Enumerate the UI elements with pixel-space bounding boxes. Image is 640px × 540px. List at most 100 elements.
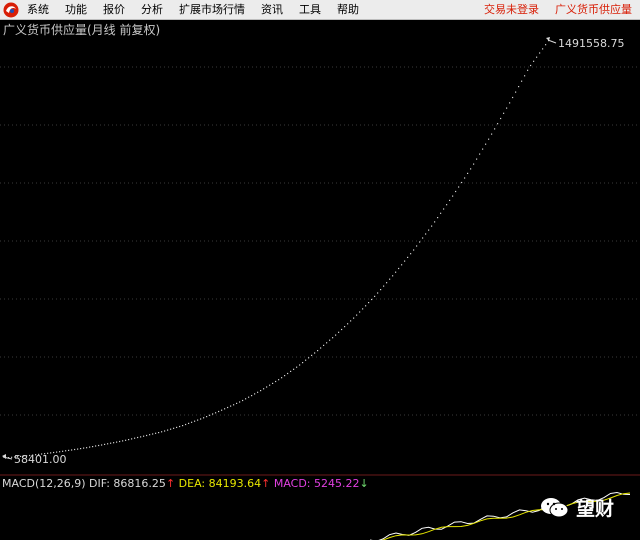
macd-down-arrow-icon: ↓ (359, 477, 369, 490)
dif-value: DIF: 86816.25 (89, 477, 166, 490)
price-point (158, 432, 160, 434)
price-point (326, 342, 328, 344)
price-point (389, 278, 391, 280)
price-point (197, 419, 199, 421)
price-point (134, 437, 136, 439)
price-point (380, 289, 382, 291)
price-point (224, 408, 226, 410)
price-point (179, 425, 181, 428)
menu-quote[interactable]: 报价 (95, 0, 133, 20)
price-point (164, 430, 166, 432)
price-point (368, 302, 370, 304)
price-point (455, 190, 457, 193)
price-point (296, 366, 298, 368)
price-point (443, 208, 445, 210)
menubar-right-links: 交易未登录 广义货币供应量 (476, 0, 640, 20)
price-point (77, 448, 79, 450)
price-point (260, 390, 262, 392)
price-point (317, 350, 319, 352)
price-point (491, 133, 493, 135)
price-point (467, 172, 469, 174)
price-point (401, 264, 403, 266)
price-point (422, 237, 424, 239)
menu-help[interactable]: 帮助 (329, 0, 367, 20)
price-point (263, 388, 265, 390)
price-point (89, 446, 91, 448)
price-point (254, 393, 256, 395)
price-point (218, 410, 220, 413)
price-point (122, 440, 124, 442)
price-point (143, 435, 145, 437)
price-point (506, 107, 508, 109)
price-point (188, 422, 190, 424)
price-point (458, 186, 460, 188)
wechat-icon (541, 497, 569, 517)
price-point (101, 444, 103, 446)
price-point (242, 399, 244, 402)
login-status-link[interactable]: 交易未登录 (476, 0, 547, 20)
price-point (440, 212, 442, 214)
price-point (425, 233, 427, 235)
price-point (407, 256, 409, 258)
price-point (11, 456, 13, 458)
price-point (251, 395, 253, 397)
price-point (452, 195, 454, 197)
price-point (521, 80, 523, 82)
price-point (83, 447, 85, 449)
price-point (272, 382, 274, 384)
app-logo-icon[interactable] (3, 2, 19, 18)
price-point (431, 225, 433, 227)
price-point (212, 413, 214, 415)
price-point (383, 285, 385, 287)
price-point (293, 368, 295, 370)
price-point (308, 357, 310, 359)
min-value-label: 58401.00 (14, 453, 67, 466)
price-point (236, 402, 238, 404)
menu-news[interactable]: 资讯 (253, 0, 291, 20)
price-point (284, 375, 286, 377)
price-chart[interactable] (0, 20, 640, 540)
price-point (71, 449, 73, 451)
price-point (62, 450, 64, 452)
price-point (302, 362, 304, 364)
price-point (107, 443, 109, 445)
menu-function[interactable]: 功能 (57, 0, 95, 20)
menu-bar: 系统 功能 报价 分析 扩展市场行情 资讯 工具 帮助 交易未登录 广义货币供应… (0, 0, 640, 20)
price-point (419, 241, 421, 243)
price-point (446, 204, 448, 206)
price-point (311, 354, 313, 356)
price-point (230, 405, 232, 407)
menu-system[interactable]: 系统 (23, 0, 57, 20)
price-point (377, 292, 379, 294)
price-point (245, 398, 247, 400)
price-point (182, 425, 184, 427)
macd-name: MACD(12,26,9) (2, 477, 86, 490)
price-point (512, 96, 514, 99)
price-point (155, 432, 157, 434)
menu-analysis[interactable]: 分析 (133, 0, 171, 20)
price-point (479, 153, 481, 155)
price-point (140, 436, 142, 438)
price-point (545, 44, 547, 46)
price-point (374, 295, 376, 297)
price-point (533, 60, 535, 62)
price-point (329, 339, 331, 341)
price-point (203, 417, 205, 419)
dif-up-arrow-icon: ↑ (165, 477, 176, 490)
menu-extended-market[interactable]: 扩展市场行情 (171, 0, 253, 20)
price-point (314, 352, 316, 354)
price-point (269, 384, 271, 386)
price-point (215, 412, 217, 414)
price-point (119, 440, 121, 443)
price-point (239, 401, 241, 403)
price-point (410, 253, 412, 255)
min-marker (2, 454, 13, 460)
watermark: 望财 (540, 494, 614, 521)
price-point (191, 421, 193, 423)
price-point (416, 245, 418, 247)
macd-indicator-labels: MACD(12,26,9) DIF: 86816.25 ↑ DEA: 84193… (2, 477, 369, 490)
max-marker (546, 37, 557, 44)
current-symbol-link[interactable]: 广义货币供应量 (547, 0, 640, 20)
price-point (371, 298, 373, 301)
menu-tools[interactable]: 工具 (291, 0, 329, 20)
